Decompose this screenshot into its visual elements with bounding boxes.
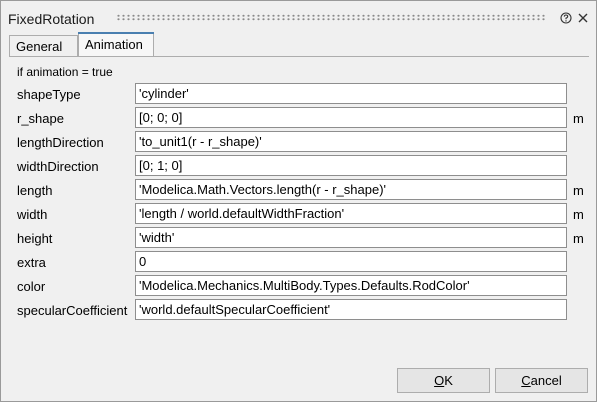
- param-label: width: [17, 207, 48, 222]
- tab-general[interactable]: General: [9, 35, 78, 56]
- dialog-window: FixedRotation General Animation if anima…: [0, 0, 597, 402]
- param-value-field[interactable]: 'width': [135, 227, 567, 248]
- cancel-mnemonic: C: [521, 373, 531, 388]
- param-row-color: color 'Modelica.Mechanics.MultiBody.Types…: [9, 275, 589, 297]
- animation-panel: if animation = true shapeType 'cylinder' r…: [9, 56, 589, 362]
- param-value-field[interactable]: 0: [135, 251, 567, 272]
- param-label: color: [17, 279, 46, 294]
- param-row-length: length 'Modelica.Math.Vectors.length(r - …: [9, 179, 589, 201]
- param-row-lengthdirection: lengthDirection 'to_unit1(r - r_shape)': [9, 131, 589, 153]
- param-value-field[interactable]: 'to_unit1(r - r_shape)': [135, 131, 567, 152]
- unit-label: m: [573, 207, 584, 222]
- param-label: lengthDirection: [17, 135, 104, 150]
- unit-label: m: [573, 231, 584, 246]
- unit-label: m: [573, 111, 584, 126]
- param-label: length: [17, 183, 53, 198]
- param-value-field[interactable]: 'world.defaultSpecularCoefficient': [135, 299, 567, 320]
- ok-mnemonic: O: [434, 373, 445, 388]
- condition-label: if animation = true: [17, 65, 113, 79]
- drag-grip[interactable]: [116, 14, 546, 21]
- title-bar[interactable]: FixedRotation: [1, 1, 596, 31]
- param-value-field[interactable]: [0; 1; 0]: [135, 155, 567, 176]
- ok-button[interactable]: OK: [397, 368, 490, 393]
- param-row-height: height 'width' m: [9, 227, 589, 249]
- close-icon[interactable]: [577, 12, 589, 24]
- cancel-label: ancel: [530, 373, 562, 388]
- param-label: r_shape: [17, 111, 64, 126]
- help-icon[interactable]: [560, 12, 572, 24]
- param-value-field[interactable]: 'Modelica.Mechanics.MultiBody.Types.Defa…: [135, 275, 567, 296]
- param-row-extra: extra 0: [9, 251, 589, 273]
- param-value-field[interactable]: 'length / world.defaultWidthFraction': [135, 203, 567, 224]
- unit-label: m: [573, 183, 584, 198]
- param-value-field[interactable]: [0; 0; 0]: [135, 107, 567, 128]
- param-label: shapeType: [17, 87, 81, 102]
- param-label: specularCoefficient: [17, 303, 128, 318]
- param-row-r-shape: r_shape [0; 0; 0] m: [9, 107, 589, 129]
- param-row-widthdirection: widthDirection [0; 1; 0]: [9, 155, 589, 177]
- param-row-specularcoefficient: specularCoefficient 'world.defaultSpecula…: [9, 299, 589, 321]
- param-value-field[interactable]: 'Modelica.Math.Vectors.length(r - r_shap…: [135, 179, 567, 200]
- window-title: FixedRotation: [8, 11, 95, 27]
- param-label: extra: [17, 255, 46, 270]
- param-label: height: [17, 231, 53, 246]
- ok-label: K: [444, 373, 453, 388]
- param-label: widthDirection: [17, 159, 99, 174]
- tab-bar: General Animation: [9, 32, 589, 56]
- param-row-width: width 'length / world.defaultWidthFractio…: [9, 203, 589, 225]
- param-row-shapetype: shapeType 'cylinder': [9, 83, 589, 105]
- param-value-field[interactable]: 'cylinder': [135, 83, 567, 104]
- tab-animation[interactable]: Animation: [78, 32, 154, 56]
- cancel-button[interactable]: Cancel: [495, 368, 588, 393]
